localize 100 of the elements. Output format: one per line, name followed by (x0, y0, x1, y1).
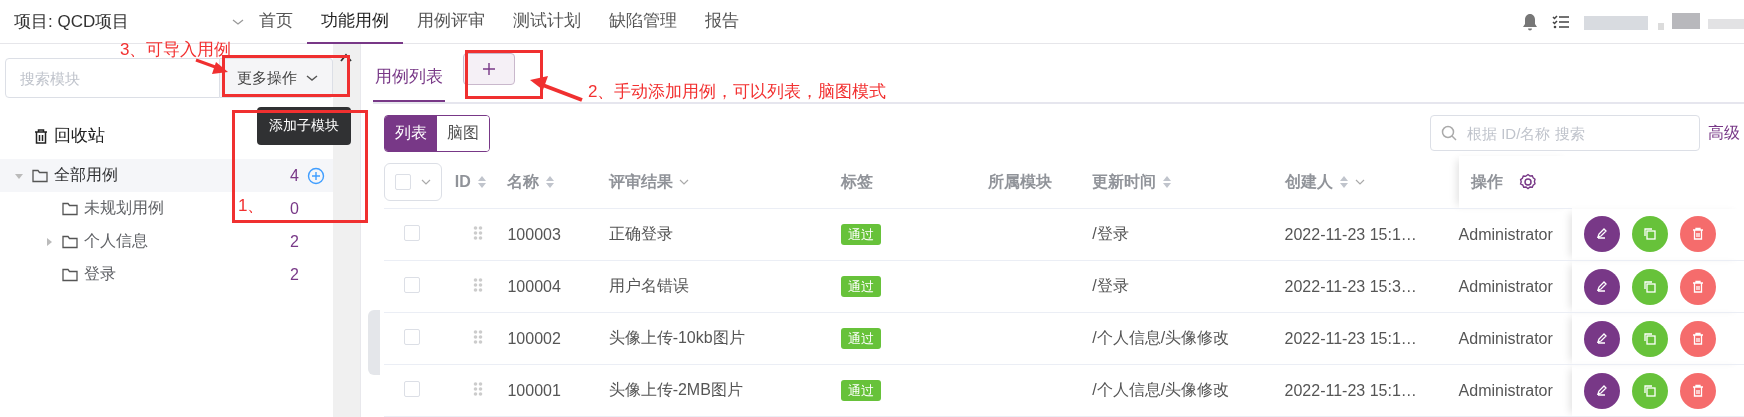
column-header: 操作 (1470, 171, 1503, 192)
tree-item[interactable]: 未规划用例 (84, 199, 164, 216)
chevron-down-icon[interactable] (421, 178, 431, 186)
item-count: 4 (289, 166, 299, 185)
drag-handle-icon[interactable] (472, 380, 483, 397)
status-tag: 通过 (841, 224, 882, 245)
delete-button[interactable] (1679, 268, 1716, 305)
table-cell: /个人信息/头像修改 (1092, 329, 1230, 346)
table-cell: 100001 (507, 381, 561, 399)
edit-button[interactable] (1583, 216, 1620, 253)
add-circle-icon[interactable] (307, 166, 325, 185)
edit-button[interactable] (1583, 372, 1620, 409)
sort-icon[interactable] (1162, 174, 1173, 190)
folder-icon (62, 234, 78, 249)
search-field[interactable]: 根据 ID/名称 搜索 (1430, 115, 1700, 151)
nav-tab[interactable]: 用例评审 (403, 0, 499, 44)
arrow (530, 76, 583, 102)
drag-handle-icon[interactable] (472, 224, 483, 241)
caret-icon[interactable] (44, 236, 54, 247)
view-toggle[interactable]: 列表 (385, 115, 437, 151)
drag-handle-icon[interactable] (472, 276, 483, 293)
delete-button[interactable] (1679, 320, 1716, 357)
column-header: 所属模块 (988, 171, 1053, 192)
column-header: 标签 (841, 171, 874, 192)
table-cell: 正确登录 (608, 225, 673, 242)
status-tag: 通过 (841, 328, 882, 349)
copy-button[interactable] (1631, 268, 1668, 305)
table-cell: 2022-11-23 15:1… (1284, 329, 1417, 347)
column-header: 评审结果 (608, 171, 673, 192)
table-cell: 2022-11-23 15:1… (1284, 381, 1417, 399)
plus-icon (482, 62, 496, 76)
table-cell: /个人信息/头像修改 (1092, 381, 1230, 398)
folder-icon (32, 168, 48, 183)
search-icon (1441, 125, 1457, 141)
sort-icon[interactable] (1338, 174, 1349, 190)
sort-icon[interactable] (476, 174, 487, 190)
table-cell: Administrator (1458, 329, 1553, 347)
table-cell: 100003 (507, 225, 561, 243)
folder-icon (62, 201, 78, 216)
status-tag: 通过 (841, 276, 882, 297)
chevron-down-icon[interactable] (1354, 178, 1365, 186)
chevron-down-icon (305, 73, 319, 83)
annotation-text: 3、可导入用例 (120, 39, 232, 61)
tree-item[interactable]: 全部用例 (54, 166, 118, 183)
bell-icon[interactable] (1522, 12, 1538, 31)
delete-button[interactable] (1679, 216, 1716, 253)
sort-icon[interactable] (545, 174, 556, 190)
select-all-dropdown[interactable] (384, 163, 442, 201)
table-cell: 2022-11-23 15:3… (1284, 277, 1417, 295)
search-field[interactable]: 搜索模块 (5, 58, 220, 98)
column-header: ID (454, 173, 471, 191)
item-count: 0 (289, 199, 299, 218)
copy-button[interactable] (1631, 216, 1668, 253)
table-cell: /登录 (1092, 225, 1129, 242)
column-header: 名称 (507, 171, 540, 192)
project-selector[interactable]: 项目: QCD项目 (14, 10, 231, 33)
tree-item[interactable]: 登录 (84, 265, 116, 282)
checklist-icon[interactable] (1552, 13, 1570, 30)
edit-button[interactable] (1583, 320, 1620, 357)
nav-tab[interactable]: 首页 (245, 0, 307, 44)
item-count: 2 (289, 232, 299, 251)
item-count: 2 (289, 265, 299, 284)
drag-handle-icon[interactable] (472, 328, 483, 345)
annotation-text: 1、 (238, 195, 265, 217)
settings-icon[interactable] (1518, 173, 1537, 191)
table-cell: /登录 (1092, 277, 1129, 294)
nav-tab[interactable]: 报告 (691, 0, 753, 44)
row-checkbox[interactable] (404, 276, 420, 293)
column-header: 更新时间 (1092, 171, 1157, 192)
table-cell: 头像上传-2MB图片 (608, 381, 743, 398)
table-cell: 100004 (507, 277, 561, 295)
table-cell: 头像上传-10kb图片 (608, 329, 745, 346)
nav-tab[interactable]: 测试计划 (499, 0, 595, 44)
table-cell: 用户名错误 (608, 277, 689, 294)
annotation-text: 2、手动添加用例，可以列表，脑图模式 (588, 81, 887, 103)
nav-tab[interactable]: 缺陷管理 (595, 0, 691, 44)
arrow (195, 58, 228, 74)
status-tag: 通过 (841, 380, 882, 401)
column-header: 创建人 (1284, 171, 1333, 192)
add-button[interactable] (463, 53, 515, 85)
tooltip: 添加子模块 (257, 107, 351, 145)
row-checkbox[interactable] (404, 380, 420, 397)
row-checkbox[interactable] (404, 224, 420, 241)
table-cell: Administrator (1458, 277, 1553, 295)
panel-handle[interactable] (368, 310, 380, 375)
table-cell: 100002 (507, 329, 561, 347)
copy-button[interactable] (1631, 320, 1668, 357)
table-cell: Administrator (1458, 381, 1553, 399)
table-cell: Administrator (1458, 225, 1553, 243)
copy-button[interactable] (1631, 372, 1668, 409)
tab[interactable]: 用例列表 (373, 46, 445, 102)
folder-icon (62, 267, 78, 282)
delete-button[interactable] (1679, 372, 1716, 409)
chevron-down-icon[interactable] (678, 178, 689, 186)
edit-button[interactable] (1583, 268, 1620, 305)
trash-icon (34, 127, 48, 144)
chevron-up-icon[interactable] (339, 52, 353, 64)
tree-item[interactable]: 个人信息 (84, 232, 148, 249)
row-checkbox[interactable] (404, 328, 420, 345)
advanced-search-link[interactable]: 高级 (1708, 122, 1744, 144)
